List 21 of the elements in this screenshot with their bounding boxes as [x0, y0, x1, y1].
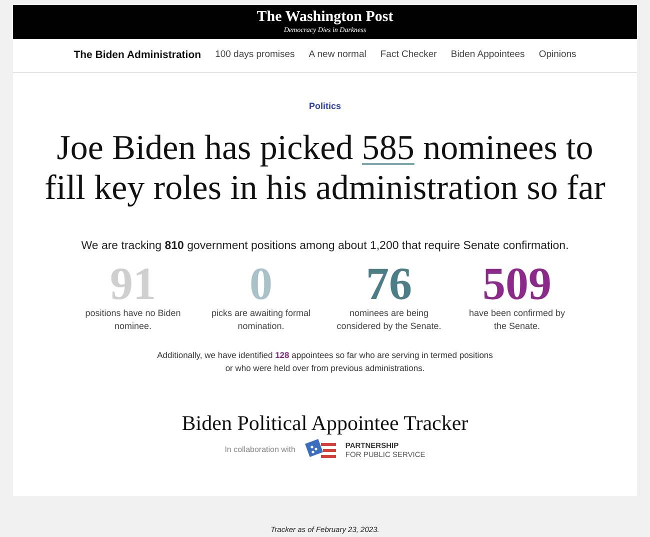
stat-number: 0 [250, 260, 272, 307]
stat-label: positions have no Biden nominee. [84, 306, 182, 333]
tracker-title: Biden Political Appointee Tracker [182, 410, 468, 435]
nav-link[interactable]: Biden Appointees [450, 48, 525, 63]
logo[interactable]: The Washington Post [256, 9, 394, 25]
headline: Joe Biden has picked 585 nominees to fill key roles in his administration so far [44, 128, 606, 208]
note: Additionally, we have identified 128 appointees so far who are serving in termed positions or who were held over from previous administrations. [156, 348, 494, 375]
nav-title[interactable]: The Biden Administration [74, 48, 202, 64]
stat-label: picks are awaiting formal nomination. [210, 306, 312, 333]
nav-link[interactable]: Fact Checker [380, 48, 437, 63]
stat-label: have been confirmed by the Senate. [468, 306, 566, 333]
stat-label: nominees are being considered by the Senate. [336, 306, 442, 333]
summary: We are tracking 810 government positions among about 1,200 that require Senate confirmation. [81, 238, 569, 254]
stat-number: 509 [482, 260, 552, 307]
section-link[interactable]: Politics [308, 100, 341, 114]
stat-number: 76 [366, 260, 412, 307]
collab-text: In collaboration with [224, 444, 296, 456]
nav-link[interactable]: 100 days promises [215, 48, 295, 63]
flag-logo-icon [303, 438, 338, 461]
nav-link[interactable]: Opinions [538, 48, 576, 63]
nav-link[interactable]: A new normal [308, 48, 366, 63]
